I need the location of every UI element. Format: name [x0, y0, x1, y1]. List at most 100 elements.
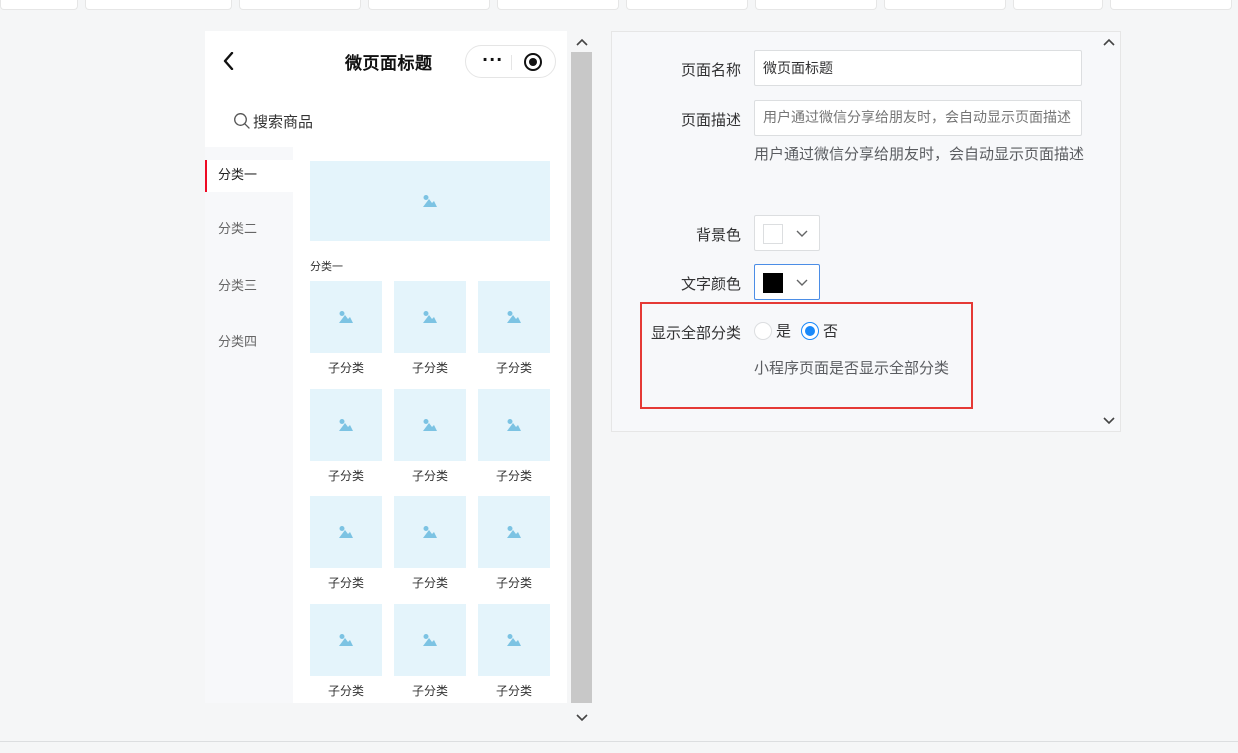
- nav-bar: 微页面标题 ···: [205, 31, 567, 91]
- top-tab[interactable]: [85, 0, 232, 10]
- top-tab-strip: [0, 0, 1238, 10]
- category-sidebar: 分类一 分类二 分类三 分类四: [205, 147, 293, 703]
- chevron-down-icon[interactable]: [1097, 410, 1120, 431]
- sub-category-item[interactable]: 子分类: [394, 281, 466, 376]
- bg-color-swatch: [763, 224, 783, 244]
- panel-scrollbar[interactable]: [1097, 31, 1120, 432]
- image-placeholder-icon: [423, 633, 437, 646]
- image-placeholder-icon: [423, 311, 437, 323]
- chevron-down-icon[interactable]: [571, 707, 592, 728]
- scrollbar-thumb[interactable]: [571, 52, 592, 703]
- preview-scrollbar[interactable]: [571, 31, 592, 728]
- sub-category-image: [478, 281, 550, 353]
- text-color-label: 文字颜色: [680, 275, 741, 293]
- sub-category-label: 子分类: [411, 576, 448, 590]
- sub-category-item[interactable]: 子分类: [478, 496, 550, 591]
- sub-category-item[interactable]: 子分类: [478, 388, 550, 484]
- chevron-down-icon: [796, 279, 808, 286]
- sub-category-item[interactable]: 子分类: [394, 603, 466, 699]
- highlight-annotation-box: [640, 302, 973, 409]
- category-banner[interactable]: [310, 161, 550, 241]
- sub-category-label: 子分类: [327, 361, 364, 375]
- sub-category-item[interactable]: 子分类: [478, 281, 550, 376]
- capsule-divider: [511, 55, 512, 70]
- more-dots-icon[interactable]: ···: [482, 50, 503, 69]
- category-item[interactable]: 分类一: [205, 160, 293, 192]
- chevron-up-icon[interactable]: [571, 31, 592, 52]
- top-tab[interactable]: [884, 0, 1006, 10]
- sub-category-item[interactable]: 子分类: [478, 603, 550, 699]
- top-tab[interactable]: [1110, 0, 1232, 10]
- sub-category-label: 子分类: [495, 576, 532, 590]
- search-bar[interactable]: 搜索商品: [233, 109, 313, 133]
- sub-category-image: [478, 603, 550, 676]
- sub-category-image: [310, 496, 382, 568]
- chevron-left-icon[interactable]: [219, 49, 237, 73]
- sub-category-image: [394, 496, 466, 568]
- sub-category-label: 子分类: [495, 468, 532, 483]
- sub-category-item[interactable]: 子分类: [310, 496, 382, 591]
- image-placeholder-icon: [423, 195, 437, 207]
- top-tab[interactable]: [755, 0, 877, 10]
- top-tab[interactable]: [0, 0, 78, 10]
- sub-category-item[interactable]: 子分类: [310, 603, 382, 699]
- sub-category-label: 子分类: [327, 468, 364, 483]
- sub-category-label: 子分类: [411, 683, 448, 698]
- image-placeholder-icon: [423, 526, 437, 538]
- sub-category-item[interactable]: 子分类: [394, 496, 466, 591]
- record-target-icon[interactable]: [524, 53, 542, 71]
- image-placeholder-icon: [507, 311, 521, 323]
- sub-category-image: [394, 281, 466, 353]
- page-desc-input[interactable]: [754, 100, 1082, 136]
- sub-category-image: [310, 388, 382, 461]
- search-placeholder: 搜索商品: [253, 112, 314, 131]
- nav-title: 微页面标题: [345, 54, 433, 74]
- category-item[interactable]: 分类四: [205, 327, 293, 359]
- bottom-divider: [0, 741, 1238, 742]
- bg-color-picker[interactable]: [754, 215, 820, 251]
- image-placeholder-icon: [507, 633, 521, 646]
- image-placeholder-icon: [339, 418, 353, 431]
- text-color-picker[interactable]: [754, 264, 820, 300]
- sub-category-item[interactable]: 子分类: [310, 388, 382, 484]
- image-placeholder-icon: [507, 418, 521, 431]
- sub-category-label: 子分类: [495, 683, 532, 698]
- mini-program-preview: 微页面标题 ··· 搜索商品 分类一 分类二 分类三 分类四 分类一 子分类子分…: [205, 31, 567, 703]
- chevron-down-icon: [796, 230, 808, 237]
- text-color-swatch: [763, 273, 783, 293]
- sub-category-image: [478, 496, 550, 568]
- sub-category-label: 子分类: [411, 468, 448, 483]
- top-tab[interactable]: [497, 0, 619, 10]
- image-placeholder-icon: [339, 633, 353, 646]
- image-placeholder-icon: [339, 526, 353, 538]
- sub-category-item[interactable]: 子分类: [394, 388, 466, 484]
- page-desc-label: 页面描述: [680, 111, 741, 129]
- chevron-up-icon[interactable]: [1097, 31, 1120, 52]
- top-tab[interactable]: [626, 0, 748, 10]
- category-item[interactable]: 分类三: [205, 271, 293, 303]
- top-tab[interactable]: [239, 0, 361, 10]
- sub-category-label: 子分类: [327, 683, 364, 698]
- image-placeholder-icon: [423, 418, 437, 431]
- search-icon: [234, 113, 250, 129]
- category-item[interactable]: 分类二: [205, 214, 293, 246]
- sub-category-image: [310, 603, 382, 676]
- section-title: 分类一: [310, 260, 343, 273]
- page-name-input[interactable]: [754, 50, 1082, 86]
- category-content: 分类一 子分类 子分类 子分类 子分类 子分类 子分类 子分类 子分类 子分类 子分类 子分类 子分类: [293, 147, 567, 703]
- sub-category-label: 子分类: [411, 361, 448, 375]
- sub-category-image: [478, 388, 550, 461]
- top-tab[interactable]: [368, 0, 490, 10]
- image-placeholder-icon: [507, 526, 521, 538]
- page-name-label: 页面名称: [680, 61, 741, 79]
- capsule-menu[interactable]: ···: [465, 45, 556, 78]
- sub-category-image: [394, 603, 466, 676]
- page-desc-help: 用户通过微信分享给朋友时，会自动显示页面描述: [754, 145, 1085, 163]
- image-placeholder-icon: [339, 311, 353, 323]
- bg-color-label: 背景色: [695, 226, 741, 244]
- sub-category-image: [394, 388, 466, 461]
- sub-category-image: [310, 281, 382, 353]
- sub-category-item[interactable]: 子分类: [310, 281, 382, 376]
- top-tab[interactable]: [1013, 0, 1103, 10]
- sub-category-label: 子分类: [495, 361, 532, 375]
